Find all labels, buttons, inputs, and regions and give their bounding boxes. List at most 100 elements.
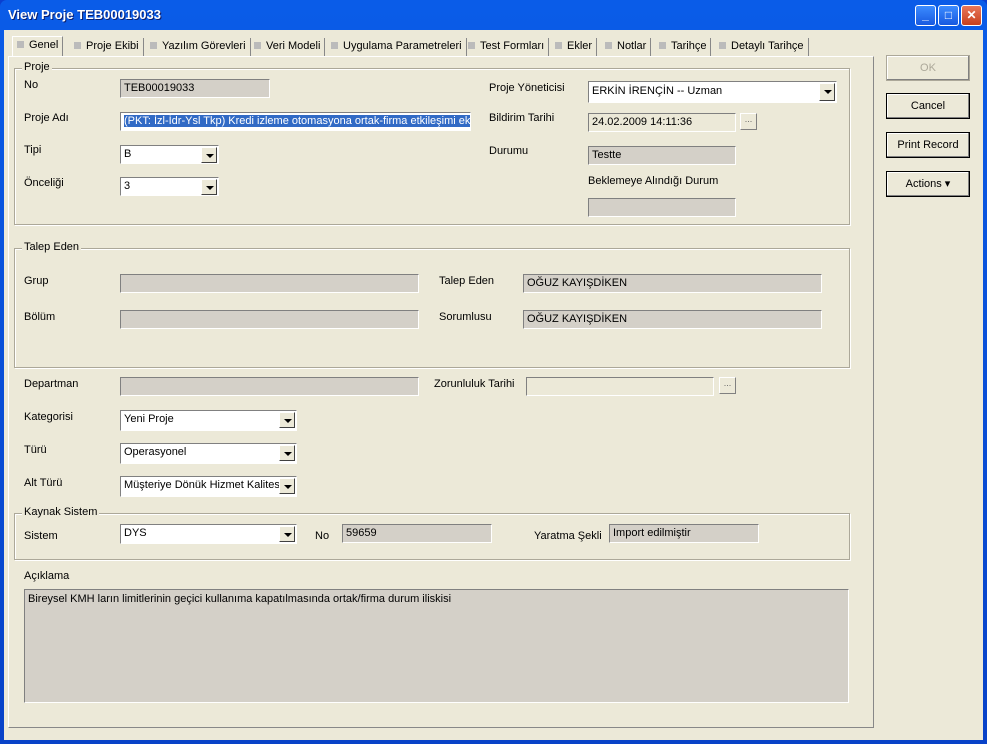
tab-ekler[interactable]: Ekler: [551, 38, 598, 56]
tipi-label: Tipi: [24, 144, 42, 156]
sistem-value: DYS: [124, 527, 147, 539]
tab-label: Tarihçe: [671, 40, 707, 52]
proje-adi-value: (PKT: İzl-İdr-Ysl Tkp) Kredi izleme otom…: [124, 115, 470, 127]
tab-proje-ekibi[interactable]: Proje Ekibi: [70, 38, 144, 56]
window: View Proje TEB00019033 _ □ ✕ Genel Proje…: [0, 0, 987, 744]
sistem-select[interactable]: DYS: [120, 524, 297, 544]
tab-icon: [468, 41, 475, 49]
ok-button[interactable]: OK: [886, 55, 970, 81]
tab-uygulama-parametreleri[interactable]: Uygulama Parametreleri: [327, 38, 467, 56]
bolum-field[interactable]: [120, 310, 419, 329]
chevron-down-icon[interactable]: [279, 412, 295, 428]
window-title: View Proje TEB00019033: [8, 7, 161, 22]
tab-tarihce[interactable]: Tarihçe: [655, 38, 712, 56]
aciklama-textarea[interactable]: Bireysel KMH ların limitlerinin geçici k…: [24, 589, 849, 703]
tipi-value: B: [124, 148, 132, 160]
bildirim-tarihi-field[interactable]: 24.02.2009 14:11:36: [588, 113, 736, 132]
proje-adi-label: Proje Adı: [24, 112, 69, 124]
durumu-field[interactable]: Testte: [588, 146, 736, 165]
tab-label: Proje Ekibi: [86, 40, 139, 52]
turu-label: Türü: [24, 444, 47, 456]
tab-label: Notlar: [617, 40, 647, 52]
proje-yoneticisi-label: Proje Yöneticisi: [489, 82, 565, 94]
tab-icon: [331, 41, 338, 49]
grup-label: Grup: [24, 275, 49, 287]
tab-label: Detaylı Tarihçe: [731, 40, 804, 52]
bildirim-date-picker-button[interactable]: ...: [740, 113, 757, 130]
beklemeye-label: Beklemeye Alındığı Durum: [588, 175, 719, 187]
tab-veri-modeli[interactable]: Veri Modeli: [250, 38, 326, 56]
sistem-label: Sistem: [24, 530, 58, 542]
turu-value: Operasyonel: [124, 446, 187, 458]
close-button[interactable]: ✕: [961, 5, 982, 26]
group-legend: Talep Eden: [22, 241, 82, 253]
tab-icon: [74, 41, 81, 49]
onceligi-label: Önceliği: [24, 177, 64, 189]
tab-label: Test Formları: [480, 40, 545, 52]
tab-icon: [150, 41, 157, 49]
kaynak-no-label: No: [315, 530, 330, 542]
tab-detayli-tarihce[interactable]: Detaylı Tarihçe: [715, 38, 809, 56]
tab-test-formlari[interactable]: Test Formları: [464, 38, 550, 56]
client-area: Genel Proje Ekibi Yazılım Görevleri Veri…: [4, 30, 983, 740]
zorunluluk-date-picker-button[interactable]: ...: [719, 377, 736, 394]
kategori-select[interactable]: Yeni Proje: [120, 410, 297, 431]
tab-label: Veri Modeli: [266, 40, 321, 52]
alt-turu-label: Alt Türü: [24, 477, 63, 489]
tab-icon: [555, 41, 562, 49]
yonetici-value: ERKİN İRENÇİN -- Uzman: [592, 85, 723, 97]
departman-field[interactable]: [120, 377, 419, 396]
print-record-button[interactable]: Print Record: [886, 132, 970, 158]
tab-genel[interactable]: Genel: [12, 36, 64, 57]
chevron-down-icon[interactable]: [279, 526, 295, 542]
bildirim-tarihi-label: Bildirim Tarihi: [489, 112, 555, 124]
sorumlusu-field[interactable]: OĞUZ KAYIŞDİKEN: [523, 310, 822, 329]
onceligi-select[interactable]: 3: [120, 177, 219, 196]
group-legend: Proje: [22, 61, 52, 73]
minimize-button[interactable]: _: [915, 5, 936, 26]
turu-select[interactable]: Operasyonel: [120, 443, 297, 464]
tab-label: Uygulama Parametreleri: [343, 40, 462, 52]
tab-notlar[interactable]: Notlar: [601, 38, 652, 56]
group-legend: Kaynak Sistem: [22, 506, 100, 518]
alt-turu-value: Müşteriye Dönük Hizmet Kalitesi: [124, 479, 283, 491]
chevron-down-icon[interactable]: [819, 83, 835, 101]
onceligi-value: 3: [124, 180, 131, 192]
tab-icon: [17, 40, 24, 48]
tab-label: Ekler: [567, 40, 593, 52]
chevron-down-icon[interactable]: [279, 478, 295, 494]
proje-adi-field[interactable]: (PKT: İzl-İdr-Ysl Tkp) Kredi izleme otom…: [120, 112, 471, 131]
departman-label: Departman: [24, 378, 79, 390]
maximize-button[interactable]: □: [938, 5, 959, 26]
zorunluluk-tarihi-field[interactable]: [526, 377, 714, 396]
bolum-label: Bölüm: [24, 311, 56, 323]
tab-icon: [659, 41, 666, 49]
cancel-button[interactable]: Cancel: [886, 93, 970, 119]
kategori-label: Kategorisi: [24, 411, 73, 423]
yaratma-sekli-field[interactable]: Import edilmiştir: [609, 524, 759, 543]
tipi-select[interactable]: B: [120, 145, 219, 164]
tab-icon: [605, 41, 612, 49]
talep-eden-label: Talep Eden: [439, 275, 495, 287]
chevron-down-icon[interactable]: [201, 147, 217, 163]
tab-yazilim-gorevleri[interactable]: Yazılım Görevleri: [146, 38, 251, 56]
alt-turu-select[interactable]: Müşteriye Dönük Hizmet Kalitesi: [120, 476, 297, 497]
tab-label: Yazılım Görevleri: [162, 40, 246, 52]
kategori-value: Yeni Proje: [124, 413, 174, 425]
no-field[interactable]: TEB00019033: [120, 79, 270, 98]
proje-yoneticisi-select[interactable]: ERKİN İRENÇİN -- Uzman: [588, 81, 837, 103]
chevron-down-icon[interactable]: [201, 179, 217, 195]
aciklama-label: Açıklama: [24, 570, 70, 582]
actions-button[interactable]: Actions ▾: [886, 171, 970, 197]
kaynak-no-field[interactable]: 59659: [342, 524, 492, 543]
talep-eden-field[interactable]: OĞUZ KAYIŞDİKEN: [523, 274, 822, 293]
chevron-down-icon[interactable]: [279, 445, 295, 461]
grup-field[interactable]: [120, 274, 419, 293]
tab-label: Genel: [29, 39, 59, 51]
sorumlusu-label: Sorumlusu: [439, 311, 492, 323]
tab-icon: [719, 41, 726, 49]
talep-eden-group: Talep Eden: [14, 241, 850, 368]
beklemeye-field[interactable]: [588, 198, 736, 217]
durumu-label: Durumu: [489, 145, 529, 157]
no-label: No: [24, 79, 39, 91]
